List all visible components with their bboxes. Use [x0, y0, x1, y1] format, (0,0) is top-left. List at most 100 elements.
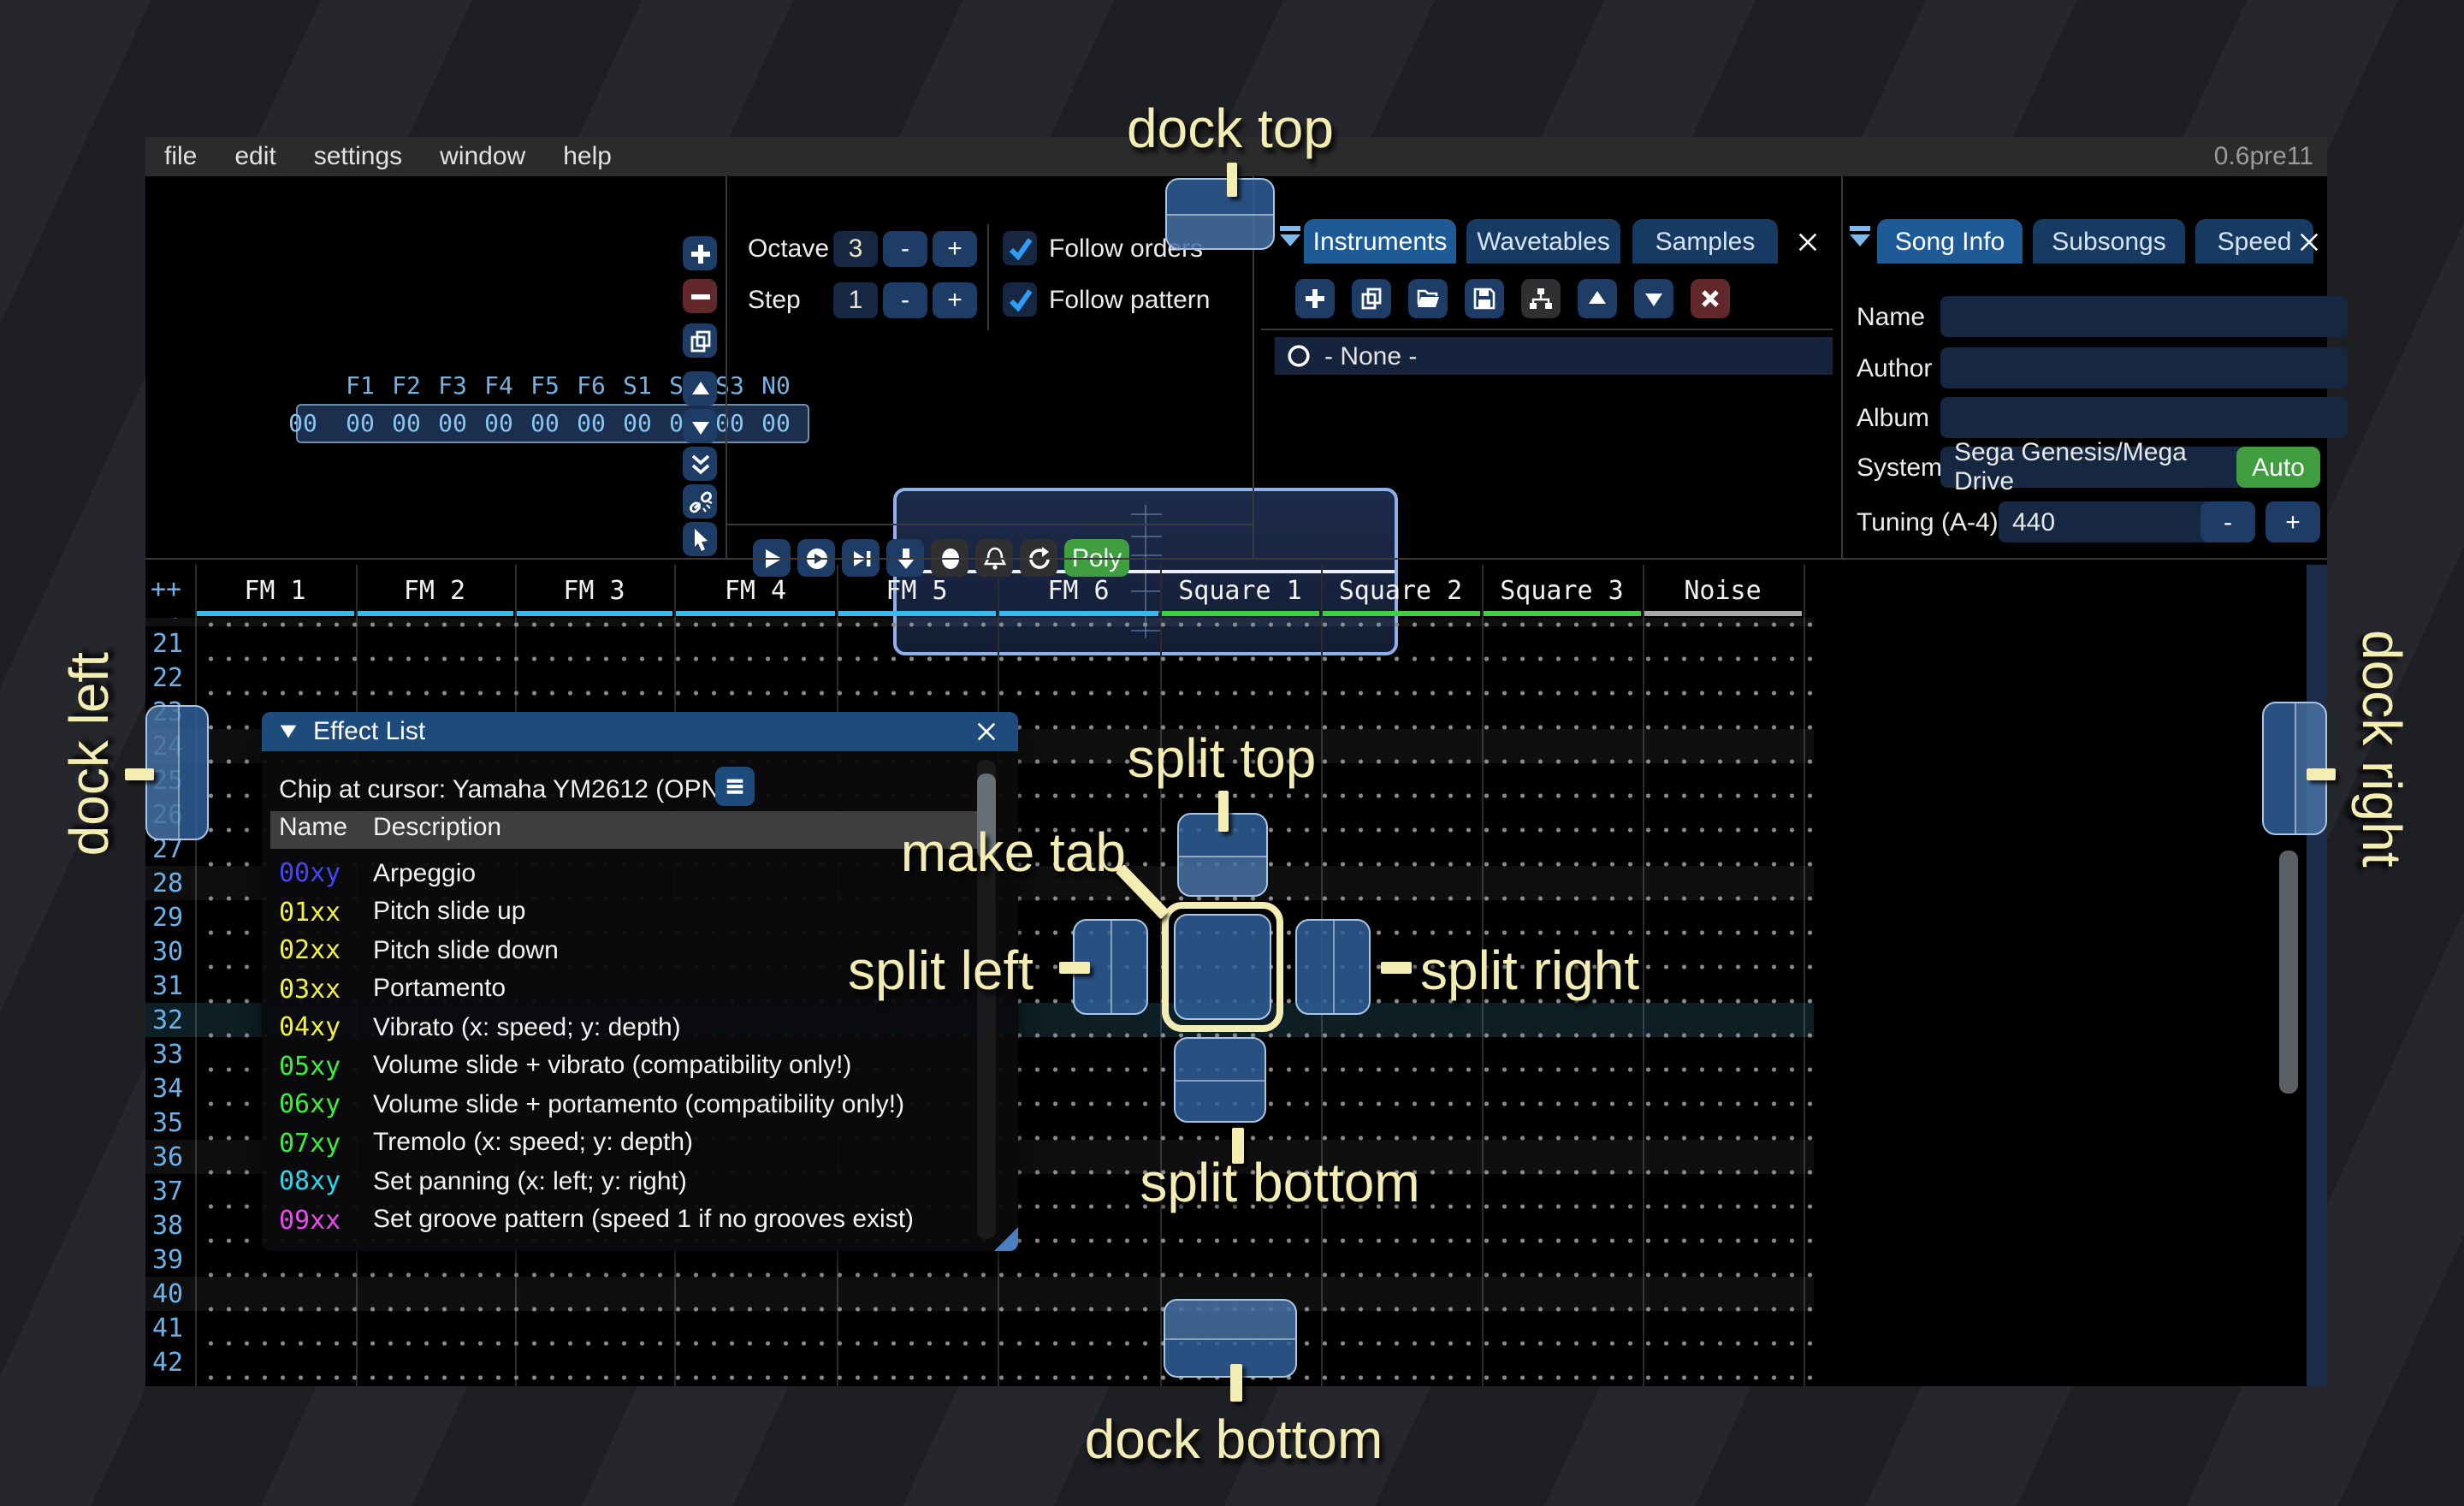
tab-song-info[interactable]: Song Info	[1877, 219, 2023, 264]
channel-square-2[interactable]: Square 2	[1320, 572, 1481, 609]
order-pointer-button[interactable]	[683, 522, 717, 556]
pattern-options-button[interactable]: ++	[151, 573, 181, 604]
tuning-input[interactable]: 440	[1999, 501, 2218, 543]
order-col-F6: F6	[568, 373, 614, 400]
octave-value[interactable]: 3	[833, 231, 878, 267]
effect-row[interactable]: 01xx Pitch slide up	[262, 892, 998, 930]
tab-instruments[interactable]: Instruments	[1304, 219, 1456, 264]
annotation-line	[1218, 791, 1229, 832]
hamburger-menu-button[interactable]	[715, 767, 755, 806]
follow-orders-checkbox[interactable]	[1003, 231, 1037, 265]
order-cell[interactable]: 00	[753, 411, 799, 438]
effect-row[interactable]: 05xy Volume slide + vibrato (compatibili…	[262, 1046, 998, 1084]
close-icon[interactable]	[1788, 219, 1826, 264]
effect-code: 04xy	[279, 1011, 364, 1042]
order-remove-button[interactable]	[683, 279, 717, 313]
tuning-minus-button[interactable]: -	[2200, 501, 2255, 543]
order-add-button[interactable]	[683, 236, 717, 270]
tab-samples[interactable]: Samples	[1632, 219, 1778, 264]
tab-subsongs[interactable]: Subsongs	[2033, 219, 2185, 264]
menu-window[interactable]: window	[421, 137, 544, 176]
tuning-plus-button[interactable]: +	[2266, 501, 2320, 543]
channel-fm-1[interactable]: FM 1	[195, 572, 355, 609]
split-target-right[interactable]	[1295, 919, 1371, 1015]
order-cell[interactable]: 00	[383, 411, 429, 438]
effect-row[interactable]: 07xy Tremolo (x: speed; y: depth)	[262, 1124, 998, 1161]
effect-table-header[interactable]: Name Description	[270, 811, 992, 849]
row-number: 22	[152, 661, 197, 695]
effect-row[interactable]: 06xy Volume slide + portamento (compatib…	[262, 1085, 998, 1123]
order-cell[interactable]: 00	[568, 411, 614, 438]
instrument-add-button[interactable]	[1295, 279, 1335, 318]
menu-file[interactable]: file	[145, 137, 216, 176]
octave-minus-button[interactable]: -	[883, 231, 927, 267]
effect-row[interactable]: 09xx Set groove pattern (speed 1 if no g…	[262, 1201, 998, 1238]
instrument-duplicate-button[interactable]	[1352, 279, 1391, 318]
name-input[interactable]	[1940, 296, 2348, 337]
step-minus-button[interactable]: -	[883, 282, 927, 318]
row-number: 33	[152, 1037, 197, 1071]
channel-fm-3[interactable]: FM 3	[514, 572, 674, 609]
order-double-down-button[interactable]	[683, 447, 717, 481]
order-cell[interactable]: 00	[522, 411, 568, 438]
channel-square-1[interactable]: Square 1	[1160, 572, 1320, 609]
dock-right-zone	[2307, 565, 2327, 1386]
channel-underline	[1162, 611, 1318, 616]
window-menu-icon[interactable]	[1848, 224, 1872, 258]
effect-code: 07xy	[279, 1127, 364, 1158]
effect-list-titlebar[interactable]: Effect List	[262, 712, 1018, 751]
effect-row[interactable]: 00xy Arpeggio	[262, 854, 998, 892]
step-value[interactable]: 1	[833, 282, 878, 318]
close-icon[interactable]	[975, 720, 998, 743]
menu-settings[interactable]: settings	[295, 137, 421, 176]
dock-target-left[interactable]	[145, 705, 209, 840]
order-row-number[interactable]: 00	[286, 411, 320, 438]
channel-square-3[interactable]: Square 3	[1481, 572, 1643, 609]
author-input[interactable]	[1940, 347, 2348, 388]
menu-help[interactable]: help	[544, 137, 631, 176]
order-move-down-button[interactable]	[683, 409, 717, 443]
order-col-F5: F5	[522, 373, 568, 400]
album-input[interactable]	[1940, 397, 2348, 438]
channel-fm-5[interactable]: FM 5	[837, 572, 997, 609]
effect-code: 05xy	[279, 1050, 364, 1081]
channel-fm-4[interactable]: FM 4	[674, 572, 837, 609]
channel-underline	[197, 611, 353, 616]
order-cell[interactable]: 00	[614, 411, 660, 438]
collapse-icon[interactable]	[277, 720, 299, 743]
order-cell[interactable]: 00	[476, 411, 522, 438]
menu-edit[interactable]: edit	[216, 137, 294, 176]
channel-fm-2[interactable]: FM 2	[355, 572, 514, 609]
order-duplicate-button[interactable]	[683, 323, 717, 358]
follow-pattern-checkbox[interactable]	[1003, 282, 1037, 317]
effect-row[interactable]: 08xy Set panning (x: left; y: right)	[262, 1162, 998, 1200]
instrument-move-up-button[interactable]	[1578, 279, 1617, 318]
auto-system-button[interactable]: Auto	[2236, 447, 2320, 488]
instrument-delete-button[interactable]	[1691, 279, 1730, 318]
tab-wavetables[interactable]: Wavetables	[1466, 219, 1620, 264]
effect-row[interactable]: 04xy Vibrato (x: speed; y: depth)	[262, 1008, 998, 1046]
split-target-bottom[interactable]	[1174, 1037, 1266, 1123]
instrument-move-down-button[interactable]	[1634, 279, 1673, 318]
channel-noise[interactable]: Noise	[1643, 572, 1803, 609]
pattern-scrollbar[interactable]	[2279, 851, 2298, 1094]
channel-underline	[1483, 611, 1641, 616]
order-move-up-button[interactable]	[683, 371, 717, 406]
close-icon[interactable]	[2289, 219, 2327, 264]
step-plus-button[interactable]: +	[933, 282, 977, 318]
resize-grip[interactable]	[994, 1227, 1018, 1251]
system-input[interactable]: Sega Genesis/Mega Drive	[1940, 447, 2252, 488]
add-icon	[1302, 286, 1328, 311]
instrument-open-button[interactable]	[1408, 279, 1448, 318]
dock-target-top[interactable]	[1165, 178, 1275, 250]
octave-plus-button[interactable]: +	[933, 231, 977, 267]
order-cell[interactable]: 00	[429, 411, 476, 438]
instrument-save-button[interactable]	[1465, 279, 1504, 318]
channel-fm-6[interactable]: FM 6	[997, 572, 1160, 609]
order-cell[interactable]: 00	[337, 411, 383, 438]
instrument-tree-button[interactable]	[1521, 279, 1561, 318]
window-menu-icon[interactable]	[1278, 224, 1302, 258]
pointer-icon	[687, 526, 713, 552]
order-unlink-button[interactable]	[683, 484, 717, 519]
instrument-list-item[interactable]: - None -	[1275, 337, 1833, 375]
